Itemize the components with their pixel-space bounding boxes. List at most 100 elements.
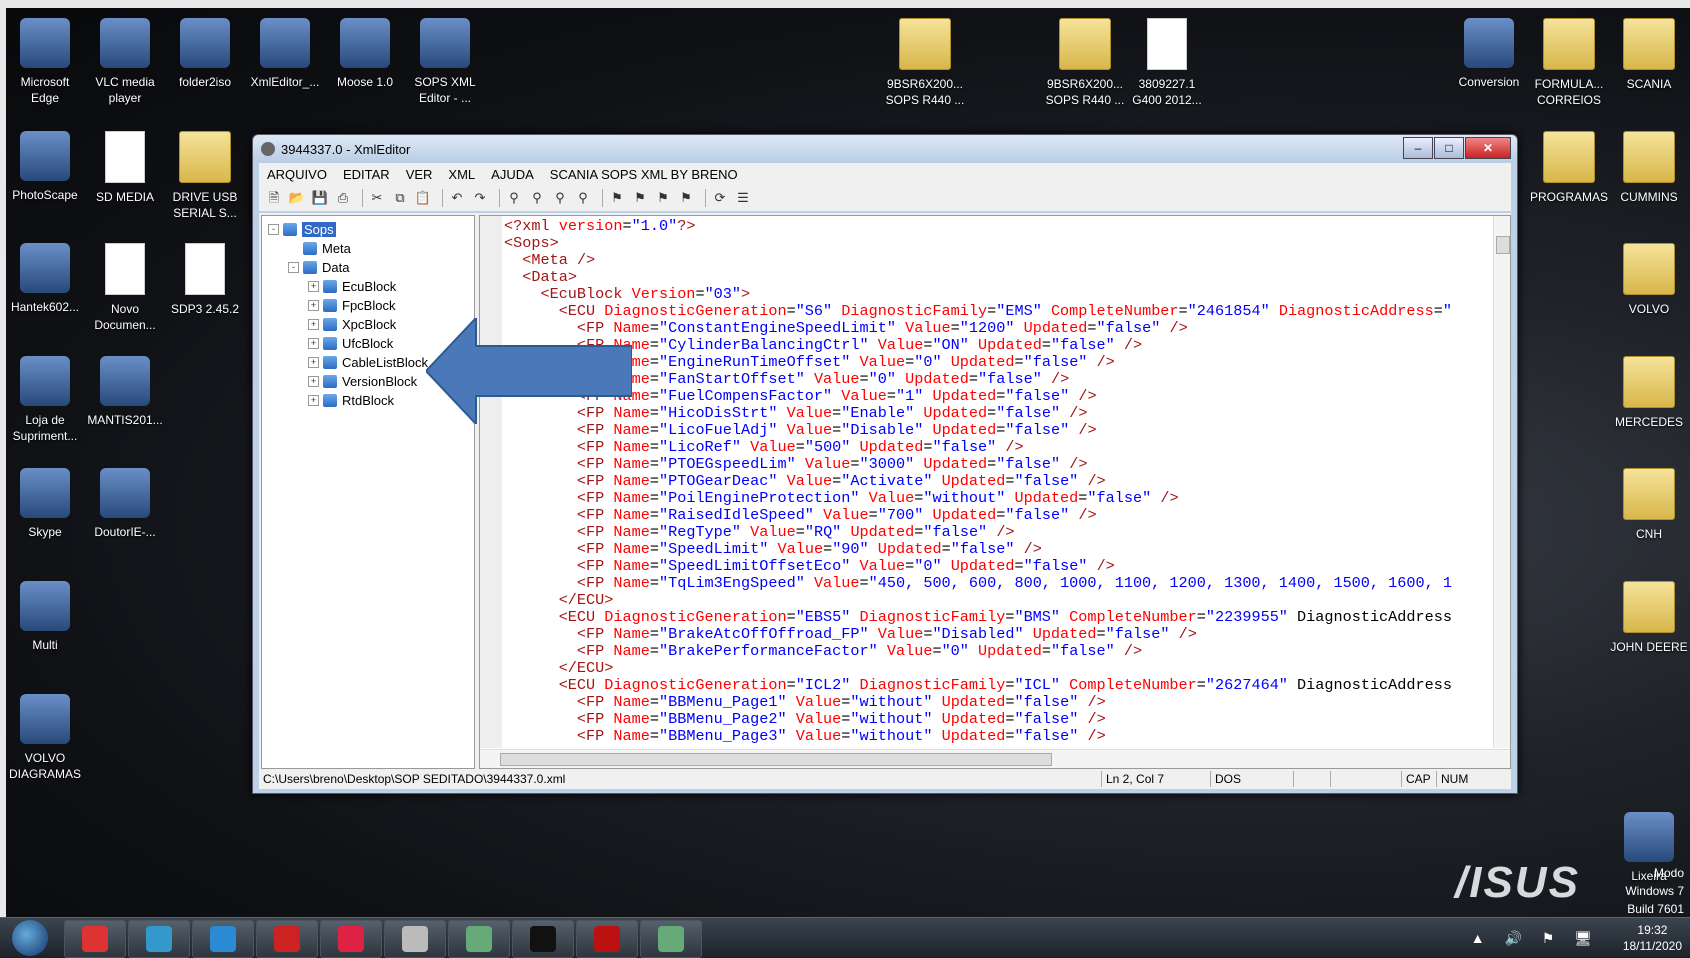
- desktop-icon-sd-media[interactable]: SD MEDIA: [80, 131, 170, 205]
- menu-arquivo[interactable]: ARQUIVO: [259, 167, 335, 182]
- tree-node-rtdblock[interactable]: + RtdBlock: [308, 393, 394, 408]
- expand-icon[interactable]: +: [308, 357, 319, 368]
- desktop-icon-file-3809227[interactable]: 3809227.1 G400 2012...: [1122, 18, 1212, 108]
- desktop-icon-folder-9bsr-1[interactable]: 9BSR6X200... SOPS R440 ...: [880, 18, 970, 108]
- taskbar-xmleditor-active-button[interactable]: [640, 920, 702, 958]
- paste-icon[interactable]: 📋: [414, 189, 432, 207]
- tray-clock[interactable]: 19:32 18/11/2020: [1623, 922, 1682, 954]
- desktop-icon-moose[interactable]: Moose 1.0: [320, 18, 410, 90]
- tree-node-xpcblock[interactable]: + XpcBlock: [308, 317, 396, 332]
- desktop-icon-folder-9bsr-2[interactable]: 9BSR6X200... SOPS R440 ...: [1040, 18, 1130, 108]
- desktop-icon-sdp3[interactable]: SDP3 2.45.2: [160, 243, 250, 317]
- tree-node-sops[interactable]: - Sops: [268, 222, 336, 237]
- expand-icon[interactable]: +: [308, 281, 319, 292]
- horizontal-scroll-thumb[interactable]: [500, 753, 1052, 766]
- desktop-icon-mercedes[interactable]: MERCEDES: [1604, 356, 1690, 430]
- desktop-icon-mantis[interactable]: MANTIS201...: [80, 356, 170, 428]
- copy-icon[interactable]: ⧉: [391, 189, 409, 207]
- desktop-icon-drive-usb[interactable]: DRIVE USB SERIAL S...: [160, 131, 250, 221]
- desktop-icon-scania[interactable]: SCANIA: [1604, 18, 1690, 92]
- print-icon[interactable]: ⎙: [334, 189, 352, 207]
- desktop-icon-vlc[interactable]: VLC media player: [80, 18, 170, 106]
- collapse-icon[interactable]: -: [288, 262, 299, 273]
- code-editor[interactable]: <?xml version="1.0"?> <Sops> <Meta /> <Da…: [479, 215, 1511, 769]
- tree-node-fpcblock[interactable]: + FpcBlock: [308, 298, 395, 313]
- find-prev-icon[interactable]: ⚲: [551, 189, 569, 207]
- desktop-icon-xmleditor[interactable]: XmlEditor_...: [240, 18, 330, 90]
- tree-node-versionblock[interactable]: + VersionBlock: [308, 374, 417, 389]
- taskbar-powerpoint-button[interactable]: [320, 920, 382, 958]
- taskbar-xmleditor-button[interactable]: [448, 920, 510, 958]
- cut-icon[interactable]: ✂: [368, 189, 386, 207]
- vertical-scroll-thumb[interactable]: [1496, 236, 1510, 254]
- desktop-icon-skype[interactable]: Skype: [0, 468, 90, 540]
- window-titlebar[interactable]: 3944337.0 - XmlEditor – □ ✕: [253, 135, 1517, 163]
- taskbar-sops-xml-editor-button[interactable]: [384, 920, 446, 958]
- taskbar-edge-button[interactable]: [192, 920, 254, 958]
- minimize-button[interactable]: –: [1403, 137, 1433, 159]
- desktop-icon-sops-xml-editor[interactable]: SOPS XML Editor - ...: [400, 18, 490, 106]
- find-icon[interactable]: ⚲: [505, 189, 523, 207]
- tree-node-ecublock[interactable]: + EcuBlock: [308, 279, 396, 294]
- bookmark-clear-icon[interactable]: ⚑: [677, 189, 695, 207]
- tree-node-ufcblock[interactable]: + UfcBlock: [308, 336, 393, 351]
- expand-icon[interactable]: +: [308, 376, 319, 387]
- open-icon[interactable]: 📂: [288, 189, 306, 207]
- maximize-button[interactable]: □: [1434, 137, 1464, 159]
- menu-ver[interactable]: VER: [398, 167, 441, 182]
- taskbar-sdp3-button[interactable]: [512, 920, 574, 958]
- taskbar-acrobat-button[interactable]: [576, 920, 638, 958]
- xml-tree-view[interactable]: - Sops Meta - Data + EcuBlock + FpcBlock + XpcBloc…: [261, 215, 475, 769]
- close-button[interactable]: ✕: [1465, 137, 1511, 159]
- desktop-icon-conversion[interactable]: Conversion: [1444, 18, 1534, 90]
- collapse-icon[interactable]: -: [268, 224, 279, 235]
- bookmark-icon[interactable]: ⚑: [608, 189, 626, 207]
- desktop-icon-volvo-diagramas[interactable]: VOLVO DIAGRAMAS: [0, 694, 90, 782]
- tree-node-data[interactable]: - Data: [288, 260, 349, 275]
- horizontal-scrollbar[interactable]: [480, 749, 1510, 768]
- menu-xml[interactable]: XML: [440, 167, 483, 182]
- desktop-icon-loja[interactable]: Loja de Supriment...: [0, 356, 90, 444]
- bookmark-prev-icon[interactable]: ⚑: [654, 189, 672, 207]
- tree-node-meta[interactable]: Meta: [288, 241, 351, 256]
- menu-scania-sops[interactable]: SCANIA SOPS XML BY BRENO: [542, 167, 746, 182]
- desktop-icon-edge[interactable]: Microsoft Edge: [0, 18, 90, 106]
- desktop-icon-john-deere[interactable]: JOHN DEERE: [1604, 581, 1690, 655]
- taskbar-chrome-button[interactable]: [64, 920, 126, 958]
- expand-icon[interactable]: +: [308, 300, 319, 311]
- desktop-icon-multi[interactable]: Multi: [0, 581, 90, 653]
- desktop-icon-formula-correios[interactable]: FORMULA... CORREIOS: [1524, 18, 1614, 108]
- taskbar-internet-explorer-button[interactable]: [128, 920, 190, 958]
- code-area[interactable]: <?xml version="1.0"?> <Sops> <Meta /> <Da…: [504, 218, 1494, 748]
- desktop-icon-cummins[interactable]: CUMMINS: [1604, 131, 1690, 205]
- undo-icon[interactable]: ↶: [448, 189, 466, 207]
- menu-ajuda[interactable]: AJUDA: [483, 167, 542, 182]
- system-tray-icons[interactable]: ▲ 🔊 ⚑ 🖥: [1471, 930, 1600, 947]
- redo-icon[interactable]: ↷: [471, 189, 489, 207]
- bookmark-next-icon[interactable]: ⚑: [631, 189, 649, 207]
- new-icon[interactable]: 🗎: [265, 189, 283, 207]
- expand-icon[interactable]: +: [308, 338, 319, 349]
- start-button[interactable]: [12, 920, 48, 956]
- vertical-scrollbar[interactable]: [1493, 216, 1510, 748]
- tree-node-label: CableListBlock: [342, 355, 428, 370]
- menu-editar[interactable]: EDITAR: [335, 167, 398, 182]
- tree-icon[interactable]: ☰: [734, 189, 752, 207]
- desktop-icon-programas[interactable]: PROGRAMAS: [1524, 131, 1614, 205]
- tree-node-cablelistblock[interactable]: + CableListBlock: [308, 355, 428, 370]
- replace-icon[interactable]: ⚲: [574, 189, 592, 207]
- save-icon[interactable]: 💾: [311, 189, 329, 207]
- desktop-icon-cnh[interactable]: CNH: [1604, 468, 1690, 542]
- refresh-icon[interactable]: ⟳: [711, 189, 729, 207]
- desktop-icon-volvo[interactable]: VOLVO: [1604, 243, 1690, 317]
- desktop-icon-label: Loja de Supriment...: [12, 413, 78, 443]
- expand-icon[interactable]: +: [308, 395, 319, 406]
- desktop-icon-photoscape[interactable]: PhotoScape: [0, 131, 90, 203]
- desktop-icon-doutorie[interactable]: DoutorIE-...: [80, 468, 170, 540]
- desktop-icon-folder2iso[interactable]: folder2iso: [160, 18, 250, 90]
- expand-icon[interactable]: +: [308, 319, 319, 330]
- desktop-icon-hantek[interactable]: Hantek602...: [0, 243, 90, 315]
- taskbar-mcafee-button[interactable]: [256, 920, 318, 958]
- find-next-icon[interactable]: ⚲: [528, 189, 546, 207]
- desktop-icon-novo-documento[interactable]: Novo Documen...: [80, 243, 170, 333]
